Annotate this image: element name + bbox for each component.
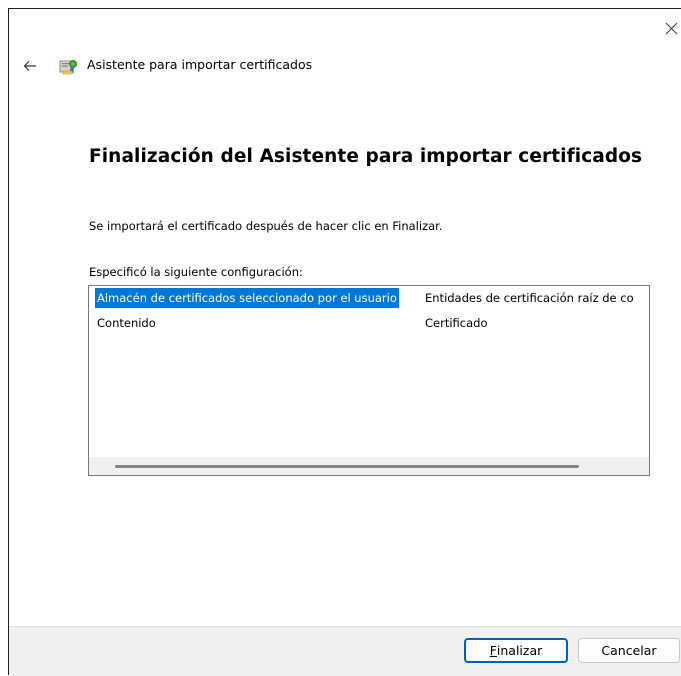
- scrollbar-thumb[interactable]: [115, 465, 579, 468]
- finish-button[interactable]: Finalizar: [464, 638, 568, 663]
- setting-name: Contenido: [97, 316, 156, 330]
- cancel-button-label: Cancelar: [601, 643, 657, 658]
- horizontal-scrollbar[interactable]: [89, 457, 649, 475]
- window-border-top: [8, 8, 681, 9]
- setting-value: Entidades de certificación raíz de co: [425, 291, 634, 305]
- cancel-button[interactable]: Cancelar: [578, 638, 680, 663]
- certificate-icon: [59, 60, 77, 75]
- info-text: Se importará el certificado después de h…: [89, 219, 443, 233]
- settings-list-label: Especificó la siguiente configuración:: [89, 265, 303, 279]
- settings-list[interactable]: Almacén de certificados seleccionado por…: [88, 285, 650, 476]
- back-button[interactable]: [18, 56, 42, 76]
- wizard-title: Asistente para importar certificados: [87, 57, 313, 72]
- close-button[interactable]: [662, 16, 681, 40]
- page-heading: Finalización del Asistente para importar…: [89, 146, 643, 167]
- window-border-left: [8, 8, 9, 675]
- finish-button-label: inalizar: [496, 643, 543, 658]
- close-icon: [665, 22, 678, 34]
- arrow-left-icon: [23, 61, 36, 71]
- setting-value: Certificado: [425, 316, 488, 330]
- certificate-import-wizard-window: Asistente para importar certificados Fin…: [0, 0, 681, 676]
- list-item[interactable]: Contenido Certificado: [89, 313, 649, 333]
- list-item[interactable]: Almacén de certificados seleccionado por…: [89, 288, 649, 308]
- setting-name: Almacén de certificados seleccionado por…: [95, 288, 399, 308]
- finish-button-mnemonic: F: [489, 643, 497, 658]
